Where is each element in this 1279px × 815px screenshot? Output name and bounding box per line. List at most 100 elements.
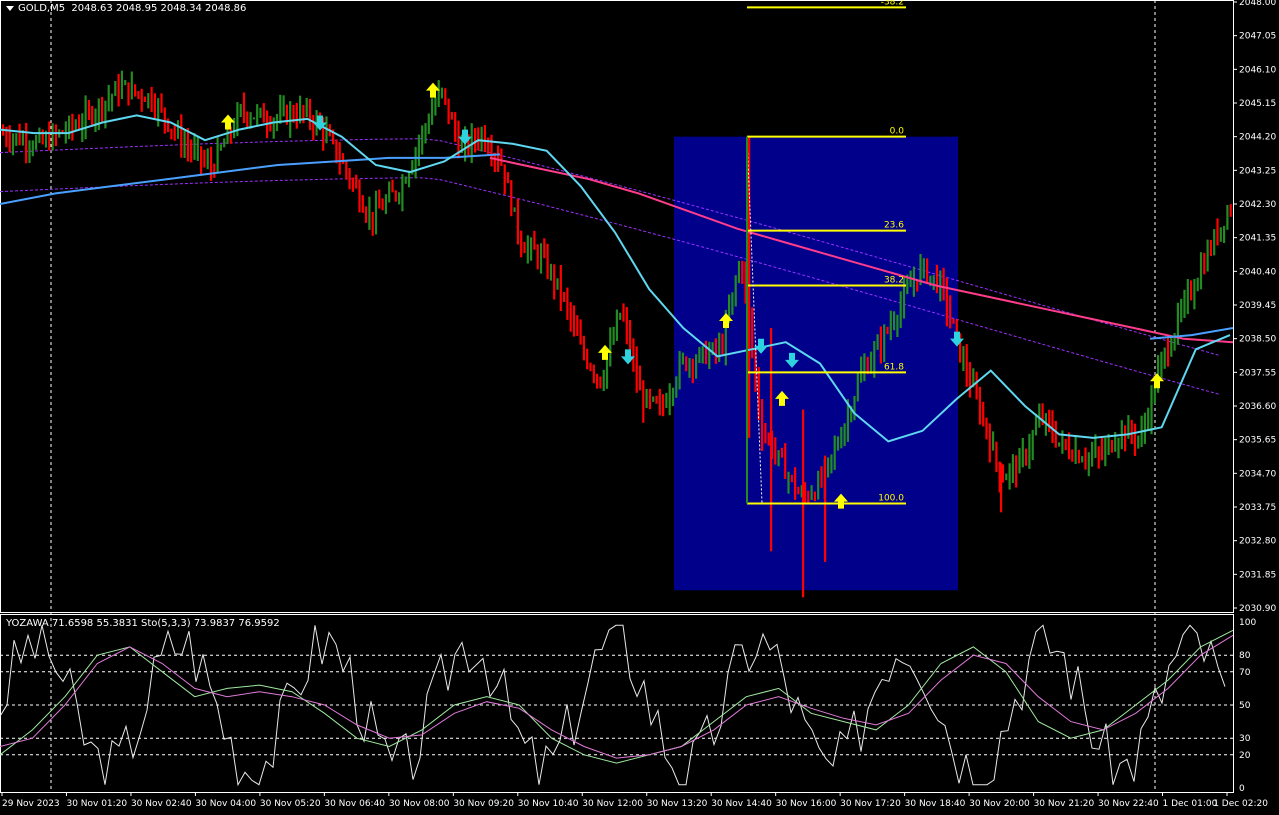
price-bar	[371, 211, 374, 236]
price-bar	[196, 137, 199, 161]
price-bar	[120, 70, 123, 99]
price-bar	[886, 326, 889, 335]
price-bar	[520, 230, 523, 258]
price-bar	[945, 277, 948, 327]
price-bar	[668, 383, 671, 416]
price-bar	[94, 108, 97, 132]
price-bar	[1034, 413, 1038, 436]
price-bar	[1011, 454, 1014, 483]
price-bar	[490, 134, 493, 167]
price-bar	[612, 326, 615, 345]
price-bar	[797, 486, 800, 495]
price-bar	[516, 198, 519, 245]
price-bar	[107, 84, 110, 112]
price-bar	[731, 292, 734, 315]
price-bar	[25, 122, 28, 164]
price-bar	[1081, 456, 1084, 463]
price-bar	[1223, 225, 1226, 243]
price-axis-label: 2030.90	[1239, 604, 1276, 614]
price-bar	[546, 243, 549, 280]
price-bar	[539, 243, 543, 274]
price-bar	[398, 192, 401, 205]
price-bar	[784, 443, 787, 479]
price-bar	[764, 423, 767, 444]
price-bar	[101, 96, 104, 122]
price-bar	[599, 376, 602, 389]
price-bar	[358, 179, 361, 213]
price-bar	[1087, 452, 1090, 477]
buy-arrow-icon	[221, 114, 235, 130]
price-bar	[68, 115, 71, 140]
price-bar	[421, 125, 424, 155]
osc-axis-label: 0	[1239, 784, 1245, 794]
price-bar	[553, 264, 556, 300]
price-bar	[1143, 412, 1146, 444]
price-bar	[1170, 336, 1173, 357]
price-bar	[1097, 446, 1100, 469]
price-bar	[173, 123, 176, 141]
price-bar	[190, 139, 193, 163]
envelope-upper	[0, 138, 1221, 357]
price-axis-label: 2040.40	[1239, 267, 1276, 277]
price-bar	[77, 114, 81, 131]
price-chart[interactable]: -38.2 0.0 23.6 38.2 61.8 100.0 2048.00 2047.05 2…	[0, 0, 1279, 815]
price-bar	[1015, 455, 1018, 488]
price-bar	[572, 305, 576, 337]
price-bar	[843, 423, 846, 447]
price-bar	[889, 310, 892, 341]
price-bar	[622, 303, 625, 322]
price-bar	[530, 237, 533, 261]
price-bar	[549, 263, 552, 281]
price-bar	[282, 95, 285, 117]
price-bar	[662, 394, 665, 417]
price-bar	[896, 314, 899, 337]
price-bar	[596, 373, 599, 389]
price-bar	[899, 291, 902, 329]
time-axis-label: 30 Nov 13:20	[647, 799, 708, 809]
price-bar	[737, 260, 741, 284]
price-bar	[1100, 437, 1104, 461]
price-bar	[869, 351, 873, 374]
time-axis-label: 30 Nov 20:00	[969, 799, 1030, 809]
price-bar	[965, 344, 968, 387]
price-bar	[533, 230, 536, 250]
price-bar	[427, 113, 430, 135]
time-axis-label: 30 Nov 02:40	[131, 799, 192, 809]
price-bar	[833, 435, 836, 470]
price-bar	[635, 346, 638, 393]
price-bar	[1124, 425, 1127, 452]
price-bar	[18, 123, 21, 146]
price-bar	[523, 241, 526, 254]
price-bar	[1028, 433, 1031, 469]
time-axis-label: 29 Nov 2023	[2, 799, 60, 809]
price-bar	[1147, 407, 1150, 431]
price-bar	[1206, 239, 1209, 272]
price-bar	[335, 139, 338, 164]
price-bar	[935, 264, 939, 294]
price-bar	[1190, 280, 1193, 301]
price-bar	[609, 327, 612, 367]
price-bar	[378, 189, 381, 209]
price-bar	[256, 104, 259, 127]
price-bar	[1219, 227, 1222, 242]
price-bar	[856, 373, 859, 402]
price-bar	[193, 133, 196, 160]
price-bar	[414, 146, 417, 179]
price-axis-label: 2034.70	[1239, 469, 1276, 479]
price-bar	[605, 358, 609, 389]
price-bar	[685, 356, 688, 372]
price-bar	[790, 474, 793, 483]
price-bar	[35, 134, 38, 150]
price-bar	[1183, 289, 1186, 318]
price-bar	[1180, 298, 1183, 323]
price-axis-label: 2035.65	[1239, 436, 1276, 446]
price-bar	[143, 96, 147, 102]
price-bar	[351, 177, 354, 192]
price-bar	[97, 98, 100, 131]
price-bar	[777, 450, 780, 467]
time-axis-label: 30 Nov 04:00	[195, 799, 256, 809]
price-bar	[368, 196, 371, 230]
price-bar	[780, 447, 783, 458]
fib-label-0.0: 0.0	[890, 127, 905, 137]
price-bar	[186, 128, 189, 162]
